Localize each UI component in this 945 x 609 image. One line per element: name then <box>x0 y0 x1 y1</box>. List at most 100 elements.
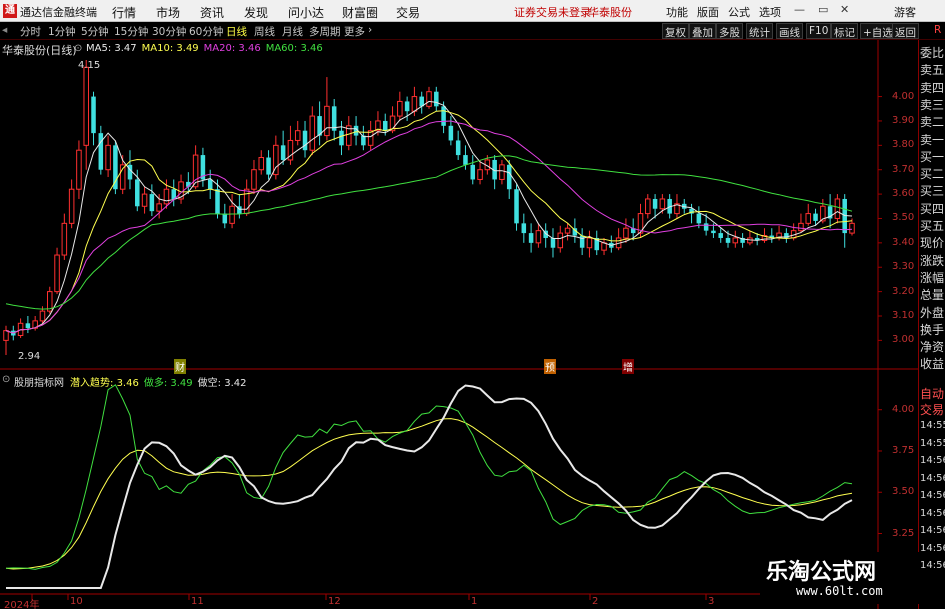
menu-discover[interactable]: 发现 <box>244 4 268 21</box>
sidebar-time: 14:55 <box>920 437 945 449</box>
btn-f10[interactable]: F10 <box>806 23 832 39</box>
sidebar-time: 14:56 <box>920 455 945 466</box>
sidebar-item[interactable]: 委比 <box>919 44 945 61</box>
btn-overlay[interactable]: 叠加 <box>689 23 716 39</box>
sidebar-item[interactable]: 收益 <box>919 355 945 372</box>
period-weekly[interactable]: 周线 <box>254 24 275 39</box>
menu-news[interactable]: 资讯 <box>200 4 224 21</box>
sidebar-item[interactable]: 买一 <box>919 148 945 165</box>
period-15min[interactable]: 15分钟 <box>114 24 148 39</box>
ma-legend: MA5: 3.47 MA10: 3.49 MA20: 3.46 MA60: 3.46 <box>86 43 328 54</box>
trade-login-status[interactable]: 证券交易未登录 <box>514 4 591 20</box>
watermark-url: www.60lt.com <box>796 584 883 598</box>
chart-canvas[interactable] <box>0 40 918 609</box>
period-60min[interactable]: 60分钟 <box>189 24 223 39</box>
btn-adjust[interactable]: 复权 <box>662 23 689 39</box>
date-tick-label: 10 <box>70 596 83 607</box>
sidebar-time: 14:56 <box>920 525 945 536</box>
event-marker-forecast[interactable]: 预 <box>544 359 556 374</box>
sidebar-item[interactable]: 总量 <box>919 286 945 303</box>
candle-body-up <box>54 254 60 293</box>
btn-add-watchlist[interactable]: +自选 <box>860 23 896 39</box>
sidebar-time: 14:56 <box>920 490 945 501</box>
candle-body-up <box>324 105 330 137</box>
sidebar-item[interactable]: 卖二 <box>919 113 945 130</box>
candle-body-up <box>586 237 593 249</box>
sidebar-item[interactable]: 现价 <box>919 234 945 251</box>
indicator-name[interactable]: 股朋指标网 <box>14 374 64 389</box>
sidebar-footer-item[interactable]: 交易 <box>919 401 945 418</box>
menu-ask[interactable]: 问小达 <box>288 4 324 21</box>
candle-body-down <box>434 91 439 107</box>
ma-legend-value: 3.46 <box>238 43 261 54</box>
period-30min[interactable]: 30分钟 <box>152 24 186 39</box>
period-more[interactable]: 更多 <box>344 24 365 39</box>
btn-back[interactable]: 返回 <box>892 23 919 39</box>
menu-market[interactable]: 市场 <box>156 4 180 21</box>
sidebar-item[interactable]: 外盘 <box>919 304 945 321</box>
indicator-settings-icon[interactable]: ⊙ <box>2 374 10 385</box>
btn-draw[interactable]: 画线 <box>776 23 803 39</box>
sidebar-item[interactable]: 换手 <box>919 321 945 338</box>
user-guest[interactable]: 游客 <box>894 4 916 20</box>
minimize-icon[interactable]: — <box>794 3 805 16</box>
period-multi[interactable]: 多周期 <box>309 24 341 39</box>
candle-body-up <box>141 193 148 207</box>
candle-body-down <box>521 223 527 234</box>
indicator-legend-name: 做多: <box>143 378 171 389</box>
chevron-right-icon[interactable]: › <box>368 24 372 36</box>
sidebar-item[interactable]: 买五 <box>919 217 945 234</box>
candle-body-down <box>135 179 140 207</box>
event-marker-increase[interactable]: 增 <box>622 359 634 374</box>
candle-body-up <box>659 198 666 210</box>
candle-body-down <box>25 323 31 329</box>
close-icon[interactable]: ✕ <box>840 3 849 16</box>
sidebar-item[interactable]: 卖三 <box>919 96 945 113</box>
ma-line-ma20 <box>5 120 853 334</box>
sidebar-item[interactable]: 卖一 <box>919 131 945 148</box>
menu-trade[interactable]: 交易 <box>396 4 420 21</box>
price-tick-label: 3.50 <box>892 212 915 224</box>
sidebar-item[interactable]: 买四 <box>919 200 945 217</box>
sidebar-item[interactable]: 净资 <box>919 338 945 355</box>
site-watermark: 乐淘公式网 www.60lt.com <box>760 552 920 604</box>
period-1min[interactable]: 1分钟 <box>48 24 76 39</box>
candle-body-up <box>105 144 111 171</box>
candle-body-up <box>557 232 564 249</box>
menu-quotes[interactable]: 行情 <box>112 4 136 21</box>
sidebar-item[interactable]: 卖五 <box>919 61 945 78</box>
price-tick-label: 4.00 <box>892 90 915 102</box>
menu-options[interactable]: 选项 <box>759 4 781 20</box>
menu-wealth[interactable]: 财富圈 <box>342 4 378 21</box>
period-5min[interactable]: 5分钟 <box>81 24 109 39</box>
event-marker-finance[interactable]: 财 <box>174 359 186 374</box>
period-timeshare[interactable]: 分时 <box>20 24 41 39</box>
candle-body-down <box>441 106 446 126</box>
candle-body-up <box>68 188 75 224</box>
sidebar-item[interactable]: 买二 <box>919 165 945 182</box>
toolbar-handle-icon: ◂ <box>2 24 8 36</box>
btn-stats[interactable]: 统计 <box>746 23 773 39</box>
sidebar-item[interactable]: 买三 <box>919 182 945 199</box>
stock-label[interactable]: 华泰股份(日线) <box>2 42 77 58</box>
menu-formula[interactable]: 公式 <box>728 4 750 20</box>
ma-legend-value: 3.47 <box>114 43 137 54</box>
sidebar-item[interactable]: 卖四 <box>919 79 945 96</box>
menu-layout[interactable]: 版面 <box>697 4 719 20</box>
indicator-legend-item: 做多: 3.49 <box>144 378 193 389</box>
indicator-legend: 潜入趋势: 3.46 做多: 3.49 做空: 3.42 <box>70 374 251 389</box>
period-daily[interactable]: 日线 <box>226 24 247 39</box>
candle-body-down <box>266 157 271 175</box>
menu-function[interactable]: 功能 <box>666 4 688 20</box>
sidebar-item[interactable]: 涨跌 <box>919 252 945 269</box>
candle-body-up <box>834 198 841 219</box>
btn-multistock[interactable]: 多股 <box>716 23 743 39</box>
period-monthly[interactable]: 月线 <box>282 24 303 39</box>
sidebar-footer-item[interactable]: 自动 <box>919 385 945 402</box>
btn-mark[interactable]: 标记 <box>831 23 858 39</box>
candle-body-down <box>382 120 388 131</box>
restore-icon[interactable]: ▭ <box>818 3 828 16</box>
sidebar-item[interactable]: 涨幅 <box>919 269 945 286</box>
price-tick-label: 3.20 <box>892 285 915 297</box>
settings-circle-icon[interactable]: ⊙ <box>74 43 82 54</box>
